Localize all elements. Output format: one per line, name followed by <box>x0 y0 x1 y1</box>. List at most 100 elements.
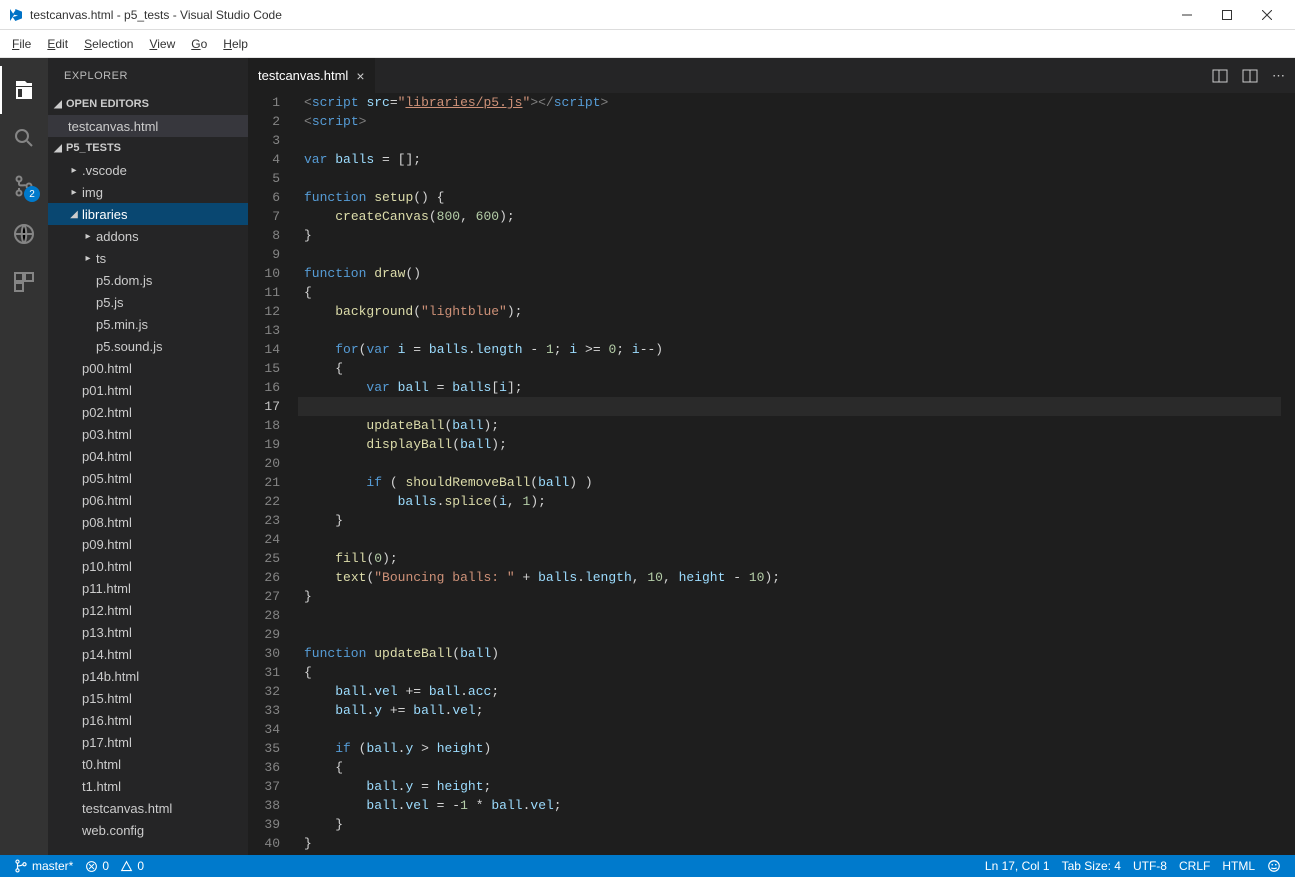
file-p5-sound-js[interactable]: p5.sound.js <box>48 335 248 357</box>
code-line[interactable]: { <box>298 283 1281 302</box>
code-line[interactable]: text("Bouncing balls: " + balls.length, … <box>298 568 1281 587</box>
open-editors-header[interactable]: ◢ OPEN EDITORS <box>48 93 248 115</box>
file-p13-html[interactable]: p13.html <box>48 621 248 643</box>
code-line[interactable]: { <box>298 663 1281 682</box>
file-p06-html[interactable]: p06.html <box>48 489 248 511</box>
status-eol[interactable]: CRLF <box>1173 859 1216 873</box>
code-line[interactable]: function draw() <box>298 264 1281 283</box>
project-header[interactable]: ◢ P5_TESTS <box>48 137 248 159</box>
file-p04-html[interactable]: p04.html <box>48 445 248 467</box>
menu-help[interactable]: Help <box>215 33 256 55</box>
status-language[interactable]: HTML <box>1216 859 1261 873</box>
file-p02-html[interactable]: p02.html <box>48 401 248 423</box>
activitybar-scm[interactable]: 2 <box>0 162 48 210</box>
code-line[interactable]: ball.vel = -1 * ball.vel; <box>298 796 1281 815</box>
more-icon[interactable]: ⋯ <box>1272 68 1285 84</box>
code-line[interactable]: createCanvas(800, 600); <box>298 207 1281 226</box>
menu-file[interactable]: File <box>4 33 39 55</box>
file-p03-html[interactable]: p03.html <box>48 423 248 445</box>
file-p5-min-js[interactable]: p5.min.js <box>48 313 248 335</box>
file-p14b-html[interactable]: p14b.html <box>48 665 248 687</box>
code-line[interactable]: var ball = balls[i]; <box>298 378 1281 397</box>
code-line[interactable]: } <box>298 587 1281 606</box>
code-line[interactable]: ball.y += ball.vel; <box>298 701 1281 720</box>
window-maximize-button[interactable] <box>1207 1 1247 29</box>
file-p05-html[interactable]: p05.html <box>48 467 248 489</box>
split-editor-icon[interactable] <box>1212 68 1228 84</box>
code-line[interactable]: balls.splice(i, 1); <box>298 492 1281 511</box>
code-line[interactable] <box>298 606 1281 625</box>
file-p14-html[interactable]: p14.html <box>48 643 248 665</box>
menu-view[interactable]: View <box>141 33 183 55</box>
code-line[interactable]: } <box>298 511 1281 530</box>
code-line[interactable]: { <box>298 758 1281 777</box>
file-p11-html[interactable]: p11.html <box>48 577 248 599</box>
status-problems[interactable]: 0 0 <box>79 859 150 873</box>
folder-libraries[interactable]: ◢libraries <box>48 203 248 225</box>
file-t0-html[interactable]: t0.html <box>48 753 248 775</box>
code-line[interactable]: <script> <box>298 112 1281 131</box>
code-line[interactable] <box>298 245 1281 264</box>
code-line[interactable]: background("lightblue"); <box>298 302 1281 321</box>
code-line[interactable]: updateBall(ball); <box>298 416 1281 435</box>
file-p16-html[interactable]: p16.html <box>48 709 248 731</box>
code-line[interactable]: function setup() { <box>298 188 1281 207</box>
activitybar-extensions[interactable] <box>0 258 48 306</box>
code-line[interactable]: var balls = []; <box>298 150 1281 169</box>
file-p01-html[interactable]: p01.html <box>48 379 248 401</box>
status-tabsize[interactable]: Tab Size: 4 <box>1056 859 1127 873</box>
file-testcanvas-html[interactable]: testcanvas.html <box>48 797 248 819</box>
code-line[interactable]: ball.y = height; <box>298 777 1281 796</box>
file-p17-html[interactable]: p17.html <box>48 731 248 753</box>
code-line[interactable] <box>298 720 1281 739</box>
code-line[interactable] <box>298 397 1281 416</box>
menu-selection[interactable]: Selection <box>76 33 141 55</box>
window-close-button[interactable] <box>1247 1 1287 29</box>
status-feedback-icon[interactable] <box>1261 859 1287 873</box>
file-p00-html[interactable]: p00.html <box>48 357 248 379</box>
code-line[interactable]: function updateBall(ball) <box>298 644 1281 663</box>
code-line[interactable] <box>298 131 1281 150</box>
folder-addons[interactable]: ▸addons <box>48 225 248 247</box>
code-line[interactable] <box>298 454 1281 473</box>
folder-ts[interactable]: ▸ts <box>48 247 248 269</box>
code-line[interactable]: { <box>298 359 1281 378</box>
folder--vscode[interactable]: ▸.vscode <box>48 159 248 181</box>
code-line[interactable]: } <box>298 815 1281 834</box>
window-minimize-button[interactable] <box>1167 1 1207 29</box>
code-line[interactable]: if (ball.y > height) <box>298 739 1281 758</box>
file-web-config[interactable]: web.config <box>48 819 248 841</box>
file-p09-html[interactable]: p09.html <box>48 533 248 555</box>
status-position[interactable]: Ln 17, Col 1 <box>979 859 1056 873</box>
code-line[interactable]: if ( shouldRemoveBall(ball) ) <box>298 473 1281 492</box>
scrollbar[interactable] <box>1281 93 1295 855</box>
file-p5-dom-js[interactable]: p5.dom.js <box>48 269 248 291</box>
folder-img[interactable]: ▸img <box>48 181 248 203</box>
code-line[interactable]: <script src="libraries/p5.js"></script> <box>298 93 1281 112</box>
file-p10-html[interactable]: p10.html <box>48 555 248 577</box>
code-line[interactable] <box>298 321 1281 340</box>
code-content[interactable]: <script src="libraries/p5.js"></script><… <box>298 93 1281 855</box>
code-line[interactable]: } <box>298 834 1281 853</box>
menu-edit[interactable]: Edit <box>39 33 76 55</box>
file-p12-html[interactable]: p12.html <box>48 599 248 621</box>
code-line[interactable]: for(var i = balls.length - 1; i >= 0; i-… <box>298 340 1281 359</box>
status-encoding[interactable]: UTF-8 <box>1127 859 1173 873</box>
status-branch[interactable]: master* <box>8 859 79 873</box>
close-icon[interactable]: × <box>356 68 364 84</box>
code-line[interactable]: fill(0); <box>298 549 1281 568</box>
code-line[interactable] <box>298 169 1281 188</box>
activitybar-explorer[interactable] <box>0 66 48 114</box>
file-p08-html[interactable]: p08.html <box>48 511 248 533</box>
file-t1-html[interactable]: t1.html <box>48 775 248 797</box>
layout-icon[interactable] <box>1242 68 1258 84</box>
code-line[interactable]: } <box>298 226 1281 245</box>
code-line[interactable] <box>298 625 1281 644</box>
code-editor[interactable]: 1234567891011121314151617181920212223242… <box>248 93 1295 855</box>
code-line[interactable]: ball.vel += ball.acc; <box>298 682 1281 701</box>
file-p15-html[interactable]: p15.html <box>48 687 248 709</box>
open-editor-item[interactable]: testcanvas.html <box>48 115 248 137</box>
file-p5-js[interactable]: p5.js <box>48 291 248 313</box>
code-line[interactable] <box>298 530 1281 549</box>
activitybar-debug[interactable] <box>0 210 48 258</box>
